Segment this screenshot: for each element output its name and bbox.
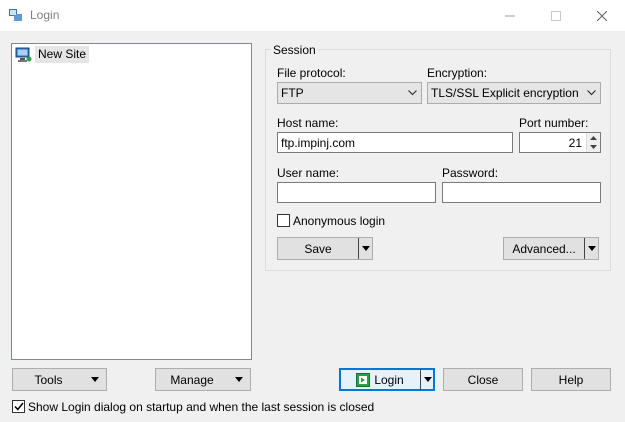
minimize-icon — [505, 15, 515, 16]
manage-dropdown-caret — [228, 369, 250, 390]
encryption-value: TLS/SSL Explicit encryption — [431, 86, 579, 100]
encryption-label: Encryption: — [427, 66, 488, 80]
port-number-value: 21 — [568, 135, 582, 150]
close-window-button[interactable] — [579, 0, 625, 31]
checkmark-icon — [13, 402, 24, 411]
caret-down-icon — [587, 246, 596, 251]
file-protocol-select[interactable]: FTP — [277, 82, 422, 104]
maximize-button[interactable] — [533, 0, 579, 31]
save-button-label: Save — [304, 241, 332, 256]
password-label: Password: — [442, 166, 499, 180]
spin-down-icon[interactable] — [587, 142, 600, 152]
tree-item-new-site[interactable]: New Site — [15, 46, 90, 63]
computer-icon — [15, 47, 32, 62]
show-login-dialog-checkbox[interactable] — [12, 400, 25, 413]
encryption-select[interactable]: TLS/SSL Explicit encryption — [427, 82, 601, 104]
tools-button[interactable]: Tools — [12, 368, 107, 391]
tools-button-label: Tools — [34, 372, 63, 387]
session-legend: Session — [271, 43, 318, 57]
show-login-dialog-label[interactable]: Show Login dialog on startup and when th… — [28, 400, 374, 414]
advanced-button-label: Advanced... — [512, 241, 576, 256]
caret-down-icon — [423, 377, 432, 382]
login-button[interactable]: Login — [339, 368, 435, 391]
minimize-button[interactable] — [487, 0, 533, 31]
host-name-value: ftp.impinj.com — [281, 135, 356, 150]
login-button-label: Login — [374, 372, 404, 387]
advanced-button[interactable]: Advanced... — [503, 237, 599, 260]
tree-item-label: New Site — [35, 46, 90, 63]
close-button-label: Close — [467, 372, 499, 387]
caret-down-icon — [235, 377, 243, 382]
help-button[interactable]: Help — [531, 368, 611, 391]
port-number-label: Port number: — [519, 116, 589, 130]
chevron-down-icon — [403, 90, 421, 96]
maximize-icon — [551, 10, 561, 21]
help-button-label: Help — [558, 372, 584, 387]
file-protocol-value: FTP — [281, 86, 304, 100]
save-dropdown-caret[interactable] — [358, 238, 372, 259]
port-number-spinner[interactable]: 21 — [519, 132, 601, 153]
manage-button-label: Manage — [170, 372, 214, 387]
site-tree[interactable]: New Site — [11, 43, 252, 360]
host-name-input[interactable]: ftp.impinj.com — [277, 132, 513, 153]
title-bar: Login — [0, 0, 625, 31]
spin-up-icon[interactable] — [587, 133, 600, 143]
save-button[interactable]: Save — [277, 237, 373, 260]
anonymous-login-label[interactable]: Anonymous login — [293, 214, 385, 228]
manage-button[interactable]: Manage — [155, 368, 251, 391]
user-name-label: User name: — [277, 166, 340, 180]
dialog-content: New Site Session File protocol: FTP Encr… — [0, 31, 625, 422]
caret-down-icon — [91, 377, 99, 382]
login-dropdown-caret[interactable] — [420, 369, 434, 390]
password-input[interactable] — [442, 182, 601, 203]
tools-dropdown-caret — [84, 369, 106, 390]
window-title: Login — [30, 8, 60, 22]
advanced-dropdown-caret[interactable] — [584, 238, 598, 259]
file-protocol-label: File protocol: — [277, 66, 346, 80]
anonymous-login-checkbox[interactable] — [277, 214, 290, 227]
chevron-down-icon — [582, 90, 600, 96]
host-name-label: Host name: — [277, 116, 339, 130]
login-icon — [356, 372, 371, 387]
caret-down-icon — [361, 246, 370, 251]
close-button[interactable]: Close — [443, 368, 523, 391]
close-icon — [597, 10, 607, 21]
user-name-input[interactable] — [277, 182, 436, 203]
app-icon — [9, 9, 22, 21]
